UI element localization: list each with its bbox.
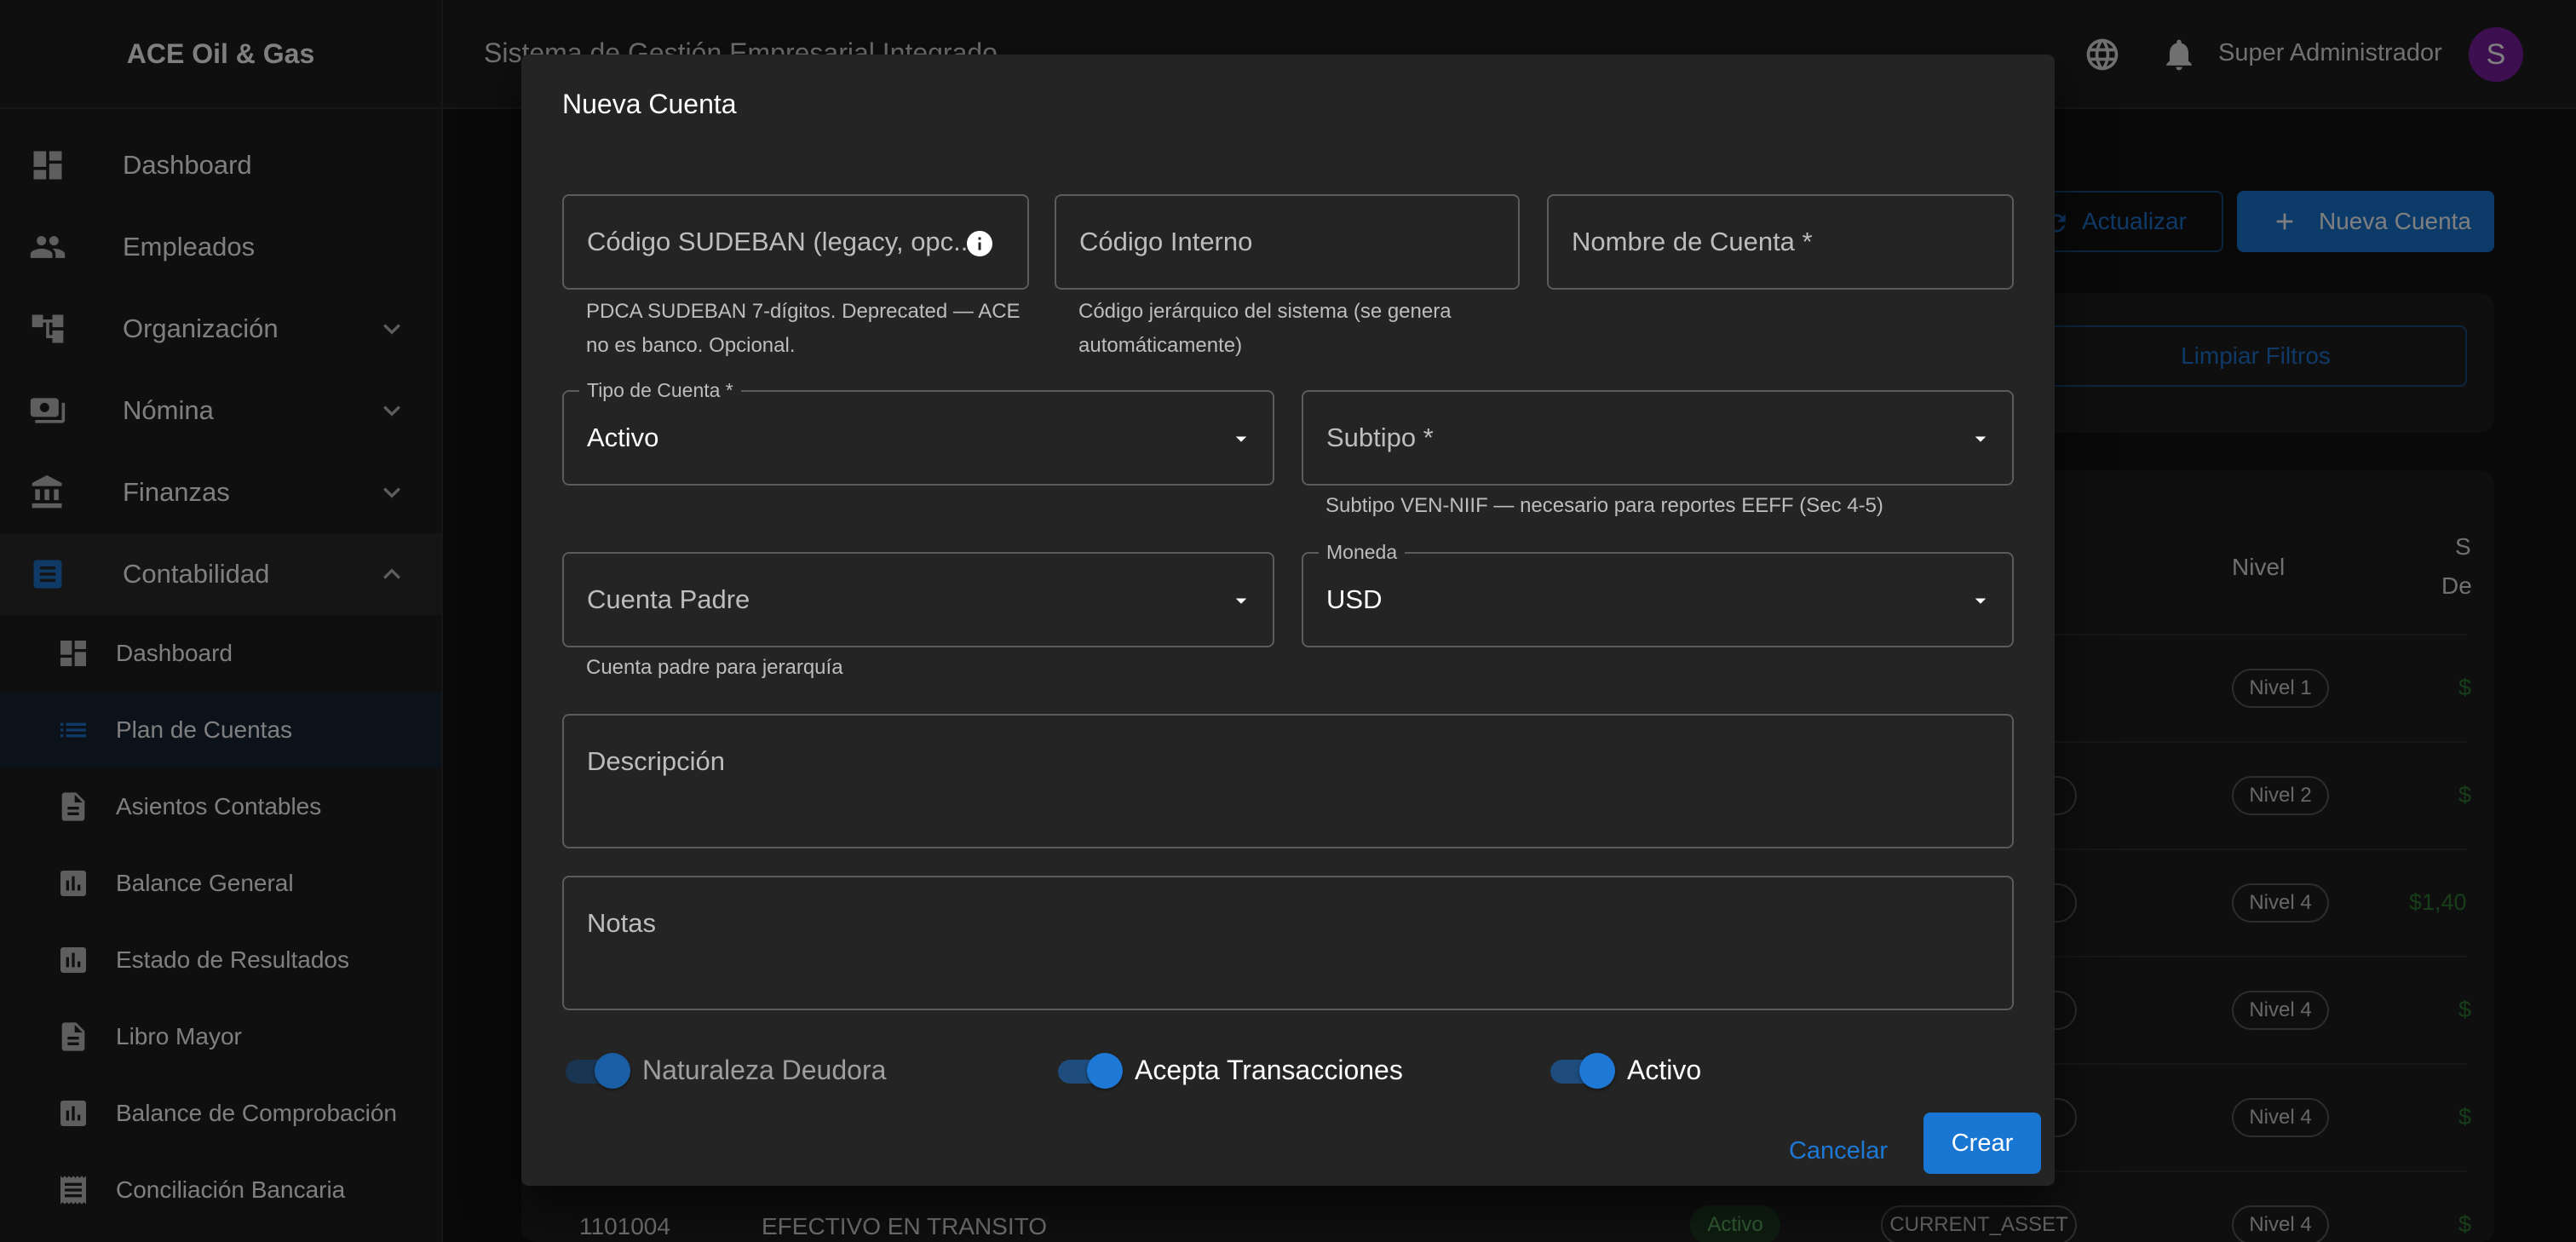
switch-thumb	[1579, 1053, 1615, 1089]
description-textarea[interactable]: Descripción	[562, 714, 2014, 848]
dropdown-arrow-icon	[1968, 426, 1993, 451]
accepts-transactions-switch[interactable]	[1053, 1043, 1126, 1094]
subtype-helper: Subtipo VEN-NIIF — necesario para report…	[1325, 494, 1883, 517]
account-type-label: Tipo de Cuenta *	[579, 380, 741, 400]
active-switch[interactable]	[1545, 1043, 1619, 1094]
currency-label: Moneda	[1319, 542, 1406, 562]
accepts-transactions-label: Acepta Transacciones	[1135, 1055, 1403, 1085]
account-type-select[interactable]: Tipo de Cuenta * Activo	[562, 380, 1274, 486]
debit-nature-switch[interactable]	[561, 1043, 634, 1094]
parent-account-helper: Cuenta padre para jerarquía	[586, 656, 843, 679]
sudeban-code-label: Código SUDEBAN (legacy, opc...	[587, 227, 976, 256]
account-type-value: Activo	[587, 423, 659, 452]
dropdown-arrow-icon	[1228, 426, 1254, 451]
currency-select[interactable]: Moneda USD	[1302, 542, 2014, 647]
internal-code-field[interactable]: Código Interno	[1055, 194, 1520, 290]
account-name-field[interactable]: Nombre de Cuenta *	[1547, 194, 2014, 290]
switch-thumb	[1087, 1053, 1123, 1089]
notes-label: Notas	[587, 908, 656, 938]
debit-nature-label: Naturaleza Deudora	[642, 1055, 887, 1085]
create-button[interactable]: Crear	[1923, 1113, 2041, 1174]
new-account-dialog: Nueva Cuenta Código SUDEBAN (legacy, opc…	[521, 55, 2055, 1186]
info-icon[interactable]	[964, 228, 995, 259]
currency-value: USD	[1326, 584, 1383, 614]
subtype-label: Subtipo *	[1326, 423, 1434, 452]
active-label: Activo	[1627, 1055, 1702, 1085]
parent-account-select[interactable]: Cuenta Padre	[562, 552, 1274, 647]
dialog-title: Nueva Cuenta	[562, 89, 737, 119]
account-name-label: Nombre de Cuenta *	[1572, 227, 1813, 256]
dropdown-arrow-icon	[1228, 588, 1254, 613]
dropdown-arrow-icon	[1968, 588, 1993, 613]
parent-account-label: Cuenta Padre	[587, 584, 750, 614]
cancel-button[interactable]: Cancelar	[1784, 1126, 1893, 1176]
description-label: Descripción	[587, 746, 725, 776]
sudeban-code-field[interactable]: Código SUDEBAN (legacy, opc...	[562, 194, 1029, 290]
internal-code-label: Código Interno	[1079, 227, 1253, 256]
notes-textarea[interactable]: Notas	[562, 876, 2014, 1010]
sudeban-code-helper: PDCA SUDEBAN 7-dígitos. Deprecated — ACE…	[586, 300, 1021, 357]
internal-code-helper: Código jerárquico del sistema (se genera…	[1078, 300, 1452, 357]
subtype-select[interactable]: Subtipo *	[1302, 390, 2014, 486]
switch-thumb	[595, 1053, 630, 1089]
